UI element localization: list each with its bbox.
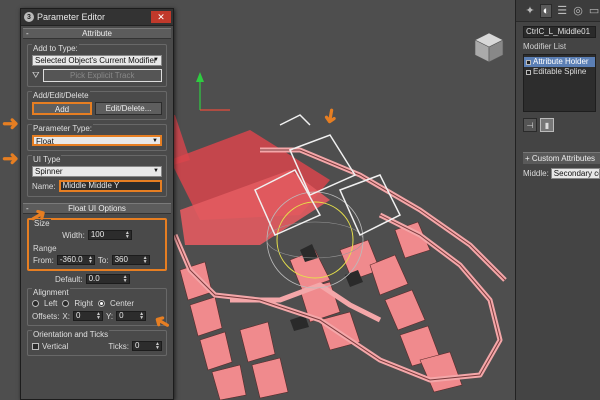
- offsets-row: Offsets: X: 0 ▲ ▼ Y: 0 ▲ ▼: [32, 311, 162, 321]
- custom-attributes-rollout[interactable]: + Custom Attributes: [523, 152, 600, 164]
- object-name-field[interactable]: CtrlC_L_Middle01: [523, 26, 596, 38]
- to-spinner[interactable]: 360 ▲ ▼: [111, 255, 150, 265]
- add-edit-delete-label: Add/Edit/Delete: [32, 91, 90, 100]
- to-label: To:: [97, 255, 109, 265]
- default-row: Default: 0.0 ▲ ▼: [55, 274, 173, 284]
- width-spinner[interactable]: 100 ▲ ▼: [87, 230, 132, 240]
- dropdown-arrow-icon: ▼: [153, 57, 159, 63]
- default-label: Default:: [55, 274, 83, 284]
- modifier-bullet-icon: [526, 59, 531, 65]
- ticks-label: Ticks:: [108, 341, 129, 351]
- dropdown-arrow-icon: ▼: [153, 168, 159, 174]
- vertical-label: Vertical: [42, 341, 69, 351]
- command-panel-tabs: ✦ ◐ ☰ ◎ ▭: [516, 0, 600, 22]
- offset-x-spinner[interactable]: 0 ▲ ▼: [72, 311, 103, 321]
- spinner-icon[interactable]: ▲ ▼: [123, 275, 128, 283]
- pick-explicit-track-button[interactable]: Pick Explicit Track: [42, 69, 162, 82]
- close-icon[interactable]: ✕: [151, 11, 171, 23]
- size-range-group: Size Width: 100 ▲ ▼ Range From: -360.0 ▲ ▼…: [27, 218, 167, 271]
- offsets-label: Offsets:: [32, 311, 60, 321]
- ui-type-dropdown[interactable]: Spinner ▼: [32, 166, 162, 177]
- pin-icon[interactable]: ⊣: [523, 118, 537, 132]
- alignment-row: Left Right Center: [32, 299, 162, 308]
- add-edit-row: Add Edit/Delete...: [32, 102, 162, 115]
- add-to-type-group: Add to Type: Selected Object's Current M…: [27, 44, 167, 87]
- range-label: Range: [33, 244, 57, 253]
- spinner-icon[interactable]: ▲ ▼: [125, 231, 130, 239]
- modify-icon[interactable]: ◐: [539, 3, 553, 18]
- dialog-titlebar[interactable]: 3 Parameter Editor ✕: [21, 9, 173, 26]
- add-to-type-dropdown[interactable]: Selected Object's Current Modifier ▼: [32, 55, 162, 66]
- name-input[interactable]: Middle Middle Y: [58, 180, 162, 192]
- collapse-icon: -: [26, 29, 29, 38]
- orange-arrow-icon: ➜: [2, 113, 19, 135]
- display-icon[interactable]: ▭: [588, 4, 600, 18]
- ui-type-label: UI Type: [32, 155, 62, 164]
- filter-icon[interactable]: ⛛: [32, 70, 40, 81]
- stack-item-attribute-holder[interactable]: Attribute Holder: [524, 57, 595, 67]
- default-spinner[interactable]: 0.0 ▲ ▼: [85, 274, 130, 284]
- offset-x-label: X:: [62, 311, 70, 321]
- parameter-type-label: Parameter Type:: [32, 124, 93, 133]
- spinner-icon[interactable]: ▲ ▼: [139, 312, 144, 320]
- middle-label: Middle:: [523, 169, 549, 178]
- modifier-stack[interactable]: Attribute Holder Editable Spline: [523, 54, 596, 112]
- align-center-label: Center: [110, 299, 135, 308]
- add-edit-delete-group: Add/Edit/Delete Add Edit/Delete...: [27, 91, 167, 120]
- offset-y-spinner[interactable]: 0 ▲ ▼: [116, 311, 147, 321]
- motion-icon[interactable]: ◎: [572, 4, 584, 18]
- dropdown-arrow-icon: ▼: [152, 138, 158, 144]
- add-button[interactable]: Add: [32, 102, 92, 115]
- parameter-type-dropdown[interactable]: Float ▼: [32, 135, 162, 146]
- from-spinner[interactable]: -360.0 ▲ ▼: [56, 255, 95, 265]
- ui-type-group: UI Type Spinner ▼ Name: Middle Middle Y: [27, 155, 167, 197]
- pick-track-row: ⛛ Pick Explicit Track: [32, 69, 162, 82]
- spinner-icon[interactable]: ▲ ▼: [143, 256, 148, 264]
- create-icon[interactable]: ✦: [524, 4, 536, 18]
- align-left-label: Left: [44, 299, 58, 308]
- app-logo-icon: 3: [24, 12, 34, 22]
- width-row: Width: 100 ▲ ▼: [33, 230, 161, 240]
- dialog-title: Parameter Editor: [37, 12, 106, 22]
- command-panel: ✦ ◐ ☰ ◎ ▭ CtrlC_L_Middle01 Modifier List…: [515, 0, 600, 400]
- orientation-row: Vertical Ticks: 0 ▲ ▼: [32, 341, 162, 351]
- middle-row: Middle: Secondary cont: [523, 168, 600, 179]
- parameter-type-group: Parameter Type: Float ▼: [27, 124, 167, 151]
- parameter-editor-dialog: 3 Parameter Editor ✕ - Attribute Add to …: [20, 8, 174, 400]
- stack-item-editable-spline[interactable]: Editable Spline: [524, 67, 595, 77]
- alignment-group: Alignment Left Right Center Offsets: X: …: [27, 288, 167, 326]
- align-left-radio[interactable]: [32, 300, 39, 307]
- orange-arrow-icon: ➜: [2, 148, 19, 170]
- name-label: Name:: [32, 181, 56, 191]
- attribute-rollout[interactable]: - Attribute: [23, 28, 171, 39]
- hierarchy-icon[interactable]: ☰: [556, 4, 568, 18]
- spinner-icon[interactable]: ▲ ▼: [96, 312, 101, 320]
- orientation-ticks-group: Orientation and Ticks Vertical Ticks: 0 …: [27, 330, 167, 356]
- show-end-result-icon[interactable]: ▮: [540, 118, 554, 132]
- name-row: Name: Middle Middle Y: [32, 180, 162, 192]
- vertical-checkbox[interactable]: [32, 342, 39, 350]
- from-label: From:: [33, 255, 54, 265]
- align-right-radio[interactable]: [62, 300, 70, 307]
- spinner-icon[interactable]: ▲ ▼: [88, 256, 93, 264]
- range-row: From: -360.0 ▲ ▼ To: 360 ▲ ▼: [33, 255, 161, 265]
- middle-dropdown[interactable]: Secondary cont: [550, 168, 600, 179]
- ticks-spinner[interactable]: 0 ▲ ▼: [132, 341, 162, 351]
- orientation-label: Orientation and Ticks: [32, 330, 110, 339]
- modifier-list-dropdown[interactable]: Modifier List: [523, 42, 600, 51]
- align-right-label: Right: [74, 299, 94, 308]
- alignment-label: Alignment: [32, 288, 70, 297]
- rollout-plus: +: [525, 154, 532, 163]
- width-label: Width:: [62, 230, 85, 240]
- stack-toolbar: ⊣ ▮: [523, 118, 596, 132]
- align-center-radio[interactable]: [98, 300, 106, 307]
- orange-arrow-icon: ➜: [318, 105, 343, 127]
- add-to-type-label: Add to Type:: [32, 44, 79, 53]
- edit-delete-button[interactable]: Edit/Delete...: [95, 102, 162, 115]
- modifier-bullet-icon: [526, 69, 531, 75]
- spinner-icon[interactable]: ▲ ▼: [155, 342, 160, 350]
- viewcube-icon[interactable]: [474, 32, 504, 63]
- offset-y-label: Y:: [105, 311, 114, 321]
